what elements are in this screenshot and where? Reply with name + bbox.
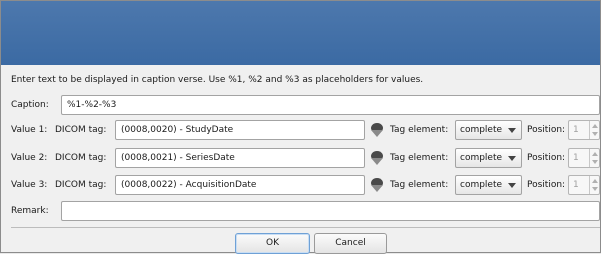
value-2-position-value: 1 <box>573 153 579 163</box>
spin-up-icon <box>592 124 598 128</box>
value-1-tag-element-label: Tag element: <box>390 125 449 135</box>
tag-picker-icon[interactable] <box>368 176 386 194</box>
value-2-label: Value 2: <box>11 153 48 163</box>
value-2-tag-element-label: Tag element: <box>390 153 449 163</box>
spin-buttons[interactable] <box>589 121 599 139</box>
spin-down-icon <box>592 187 598 191</box>
caption-dialog: Enter text to be displayed in caption ve… <box>0 0 601 254</box>
value-3-dicom-tag-label: DICOM tag: <box>55 180 107 190</box>
value-2-dicom-tag-label: DICOM tag: <box>55 153 107 163</box>
instructions-text: Enter text to be displayed in caption ve… <box>11 75 424 85</box>
value-3-position-value: 1 <box>573 180 579 190</box>
caption-label: Caption: <box>11 100 49 110</box>
value-2-dicom-tag-input[interactable]: (0008,0021) - SeriesDate <box>115 148 365 168</box>
remark-input[interactable] <box>61 201 600 221</box>
value-2-position-label: Position: <box>527 153 566 163</box>
spin-down-icon <box>592 132 598 136</box>
value-3-tag-element-select[interactable]: complete <box>455 175 522 195</box>
value-3-dicom-tag-input[interactable]: (0008,0022) - AcquisitionDate <box>115 175 365 195</box>
chevron-down-icon <box>508 183 516 188</box>
value-3-label: Value 3: <box>11 180 48 190</box>
value-1-dicom-tag-label: DICOM tag: <box>55 125 107 135</box>
caption-input[interactable]: %1-%2-%3 <box>61 95 600 115</box>
button-separator <box>11 227 600 228</box>
value-3-tag-element-label: Tag element: <box>390 180 449 190</box>
value-1-tag-element-value: complete <box>460 125 503 135</box>
value-1-tag-element-select[interactable]: complete <box>455 120 522 140</box>
value-1-label: Value 1: <box>11 125 48 135</box>
spin-up-icon <box>592 179 598 183</box>
tag-picker-icon[interactable] <box>368 121 386 139</box>
chevron-down-icon <box>508 156 516 161</box>
value-1-dicom-tag-input[interactable]: (0008,0020) - StudyDate <box>115 120 365 140</box>
value-3-tag-element-value: complete <box>460 180 503 190</box>
value-3-position-spinbox[interactable]: 1 <box>568 175 600 195</box>
value-2-tag-element-select[interactable]: complete <box>455 148 522 168</box>
dialog-titlebar[interactable] <box>1 1 600 65</box>
ok-button[interactable]: OK <box>235 233 310 254</box>
chevron-down-icon <box>508 128 516 133</box>
value-2-tag-element-value: complete <box>460 153 503 163</box>
value-1-position-spinbox[interactable]: 1 <box>568 120 600 140</box>
value-2-position-spinbox[interactable]: 1 <box>568 148 600 168</box>
spin-down-icon <box>592 160 598 164</box>
cancel-button[interactable]: Cancel <box>314 233 387 254</box>
spin-up-icon <box>592 152 598 156</box>
remark-label: Remark: <box>11 206 49 216</box>
spin-buttons[interactable] <box>589 149 599 167</box>
tag-picker-icon[interactable] <box>368 149 386 167</box>
value-1-position-value: 1 <box>573 125 579 135</box>
value-3-position-label: Position: <box>527 180 566 190</box>
value-1-position-label: Position: <box>527 125 566 135</box>
spin-buttons[interactable] <box>589 176 599 194</box>
